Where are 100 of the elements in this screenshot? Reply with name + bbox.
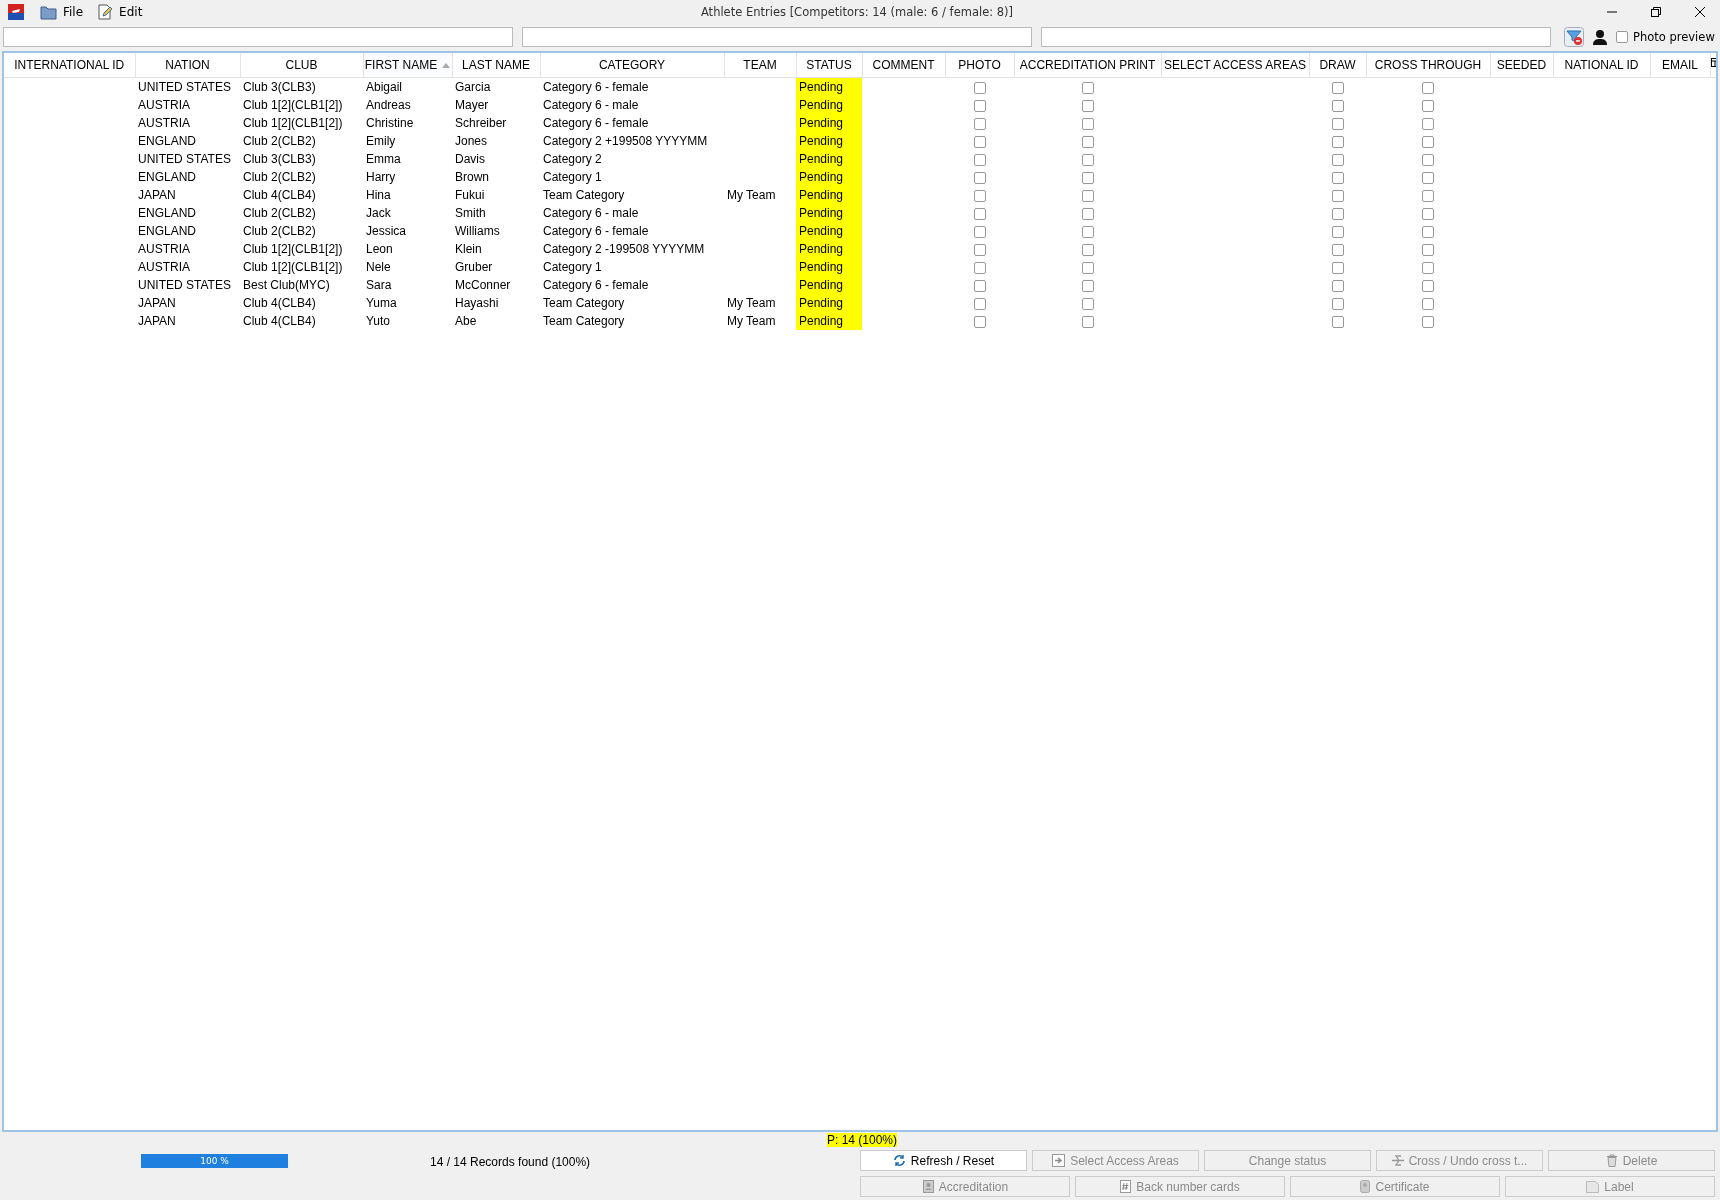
- photo-preview-checkbox[interactable]: [1616, 31, 1628, 43]
- table-checkbox[interactable]: [1422, 279, 1434, 292]
- table-checkbox[interactable]: [1081, 279, 1094, 292]
- table-checkbox[interactable]: [1422, 243, 1434, 256]
- table-checkbox[interactable]: [1081, 189, 1094, 202]
- table-checkbox[interactable]: [1422, 225, 1434, 238]
- table-cell: Club 1[2](CLB1[2]): [243, 98, 343, 112]
- table-checkbox[interactable]: [1081, 117, 1094, 130]
- table-checkbox[interactable]: [973, 117, 986, 130]
- table-cell: Jones: [455, 134, 488, 148]
- table-checkbox[interactable]: [973, 315, 986, 328]
- table-checkbox[interactable]: [973, 171, 986, 184]
- filter-field[interactable]: [3, 27, 513, 47]
- table-cell: Club 1[2](CLB1[2]): [243, 116, 343, 130]
- table-checkbox[interactable]: [1422, 261, 1434, 274]
- column-header[interactable]: FIRST NAME: [363, 53, 452, 78]
- column-header[interactable]: NATION: [135, 53, 240, 78]
- table-checkbox[interactable]: [1331, 315, 1344, 328]
- column-header[interactable]: SELECT ACCESS AREAS: [1161, 53, 1309, 78]
- table-checkbox[interactable]: [1331, 225, 1344, 238]
- app-logo-icon: [8, 4, 24, 20]
- sort-ascending-icon: [442, 63, 451, 69]
- table-cell: Club 2(CLB2): [243, 170, 316, 184]
- table-checkbox[interactable]: [1422, 207, 1434, 220]
- table-checkbox[interactable]: [973, 243, 986, 256]
- column-header[interactable]: TEAM: [724, 53, 796, 78]
- table-checkbox[interactable]: [1422, 171, 1434, 184]
- column-header[interactable]: INTERNATIONAL ID: [4, 53, 135, 78]
- table-checkbox[interactable]: [973, 99, 986, 112]
- action-button[interactable]: Refresh / Reset: [860, 1150, 1027, 1171]
- restore-icon[interactable]: [1650, 6, 1662, 18]
- column-header[interactable]: CLUB: [240, 53, 363, 78]
- close-icon[interactable]: [1694, 6, 1706, 18]
- table-cell: Jessica: [366, 224, 406, 238]
- column-header[interactable]: COMMENT: [862, 53, 945, 78]
- menu-item[interactable]: Edit: [119, 5, 143, 19]
- table-checkbox[interactable]: [1081, 99, 1094, 112]
- table-checkbox[interactable]: [1422, 189, 1434, 202]
- table-checkbox[interactable]: [1331, 207, 1344, 220]
- column-header[interactable]: CATEGORY: [540, 53, 724, 78]
- table-checkbox[interactable]: [973, 225, 986, 238]
- table-checkbox[interactable]: [1081, 153, 1094, 166]
- table-checkbox[interactable]: [973, 189, 986, 202]
- table-checkbox[interactable]: [973, 279, 986, 292]
- table-checkbox[interactable]: [1331, 297, 1344, 310]
- table-checkbox[interactable]: [1331, 153, 1344, 166]
- filter-field[interactable]: [522, 27, 1032, 47]
- table-checkbox[interactable]: [1081, 297, 1094, 310]
- column-header[interactable]: STATUS: [796, 53, 862, 78]
- table-checkbox[interactable]: [1081, 171, 1094, 184]
- table-cell: Category 6 - female: [543, 278, 649, 292]
- table-checkbox[interactable]: [973, 261, 986, 274]
- table-checkbox[interactable]: [1422, 315, 1434, 328]
- column-header[interactable]: DRAW: [1309, 53, 1366, 78]
- filter-field[interactable]: [1041, 27, 1551, 47]
- table-checkbox[interactable]: [1081, 135, 1094, 148]
- status-cell: Pending: [799, 260, 844, 274]
- table-cell: Club 4(CLB4): [243, 296, 316, 310]
- status-cell: Pending: [799, 314, 844, 328]
- table-checkbox[interactable]: [1331, 171, 1344, 184]
- table-cell: ENGLAND: [138, 206, 196, 220]
- table-checkbox[interactable]: [973, 135, 986, 148]
- table-checkbox[interactable]: [973, 207, 986, 220]
- table-checkbox[interactable]: [1331, 135, 1344, 148]
- column-header[interactable]: NATIONAL ID: [1553, 53, 1650, 78]
- table-checkbox[interactable]: [1331, 81, 1344, 94]
- column-header[interactable]: EMAIL: [1650, 53, 1710, 78]
- table-checkbox[interactable]: [1081, 315, 1094, 328]
- table-cell: Category 1: [543, 260, 602, 274]
- table-checkbox[interactable]: [1081, 81, 1094, 94]
- column-header[interactable]: CROSS THROUGH: [1366, 53, 1490, 78]
- table-cell: Hina: [366, 188, 391, 202]
- trash-icon: [1605, 1154, 1618, 1167]
- table-checkbox[interactable]: [1331, 261, 1344, 274]
- table-checkbox[interactable]: [1081, 243, 1094, 256]
- table-checkbox[interactable]: [1081, 207, 1094, 220]
- table-checkbox[interactable]: [1422, 99, 1434, 112]
- menu-item[interactable]: File: [63, 5, 84, 19]
- table-checkbox[interactable]: [973, 81, 986, 94]
- table-checkbox[interactable]: [1422, 153, 1434, 166]
- column-header[interactable]: LAST NAME: [452, 53, 540, 78]
- table-checkbox[interactable]: [1331, 189, 1344, 202]
- table-checkbox[interactable]: [1422, 135, 1434, 148]
- table-checkbox[interactable]: [1081, 261, 1094, 274]
- table-checkbox[interactable]: [973, 153, 986, 166]
- table-checkbox[interactable]: [1331, 279, 1344, 292]
- table-checkbox[interactable]: [1422, 81, 1434, 94]
- column-header[interactable]: ACCREDITATION PRINT: [1014, 53, 1161, 78]
- table-checkbox[interactable]: [1331, 99, 1344, 112]
- table-checkbox[interactable]: [1422, 117, 1434, 130]
- column-header[interactable]: SEEDED: [1490, 53, 1553, 78]
- table-checkbox[interactable]: [1081, 225, 1094, 238]
- table-checkbox[interactable]: [1422, 297, 1434, 310]
- table-cell: Category 6 - female: [543, 80, 649, 94]
- column-header[interactable]: PHOTO: [945, 53, 1014, 78]
- clear-filter-icon[interactable]: [1564, 27, 1584, 47]
- table-checkbox[interactable]: [973, 297, 986, 310]
- table-checkbox[interactable]: [1331, 243, 1344, 256]
- table-cell: JAPAN: [138, 296, 176, 310]
- table-checkbox[interactable]: [1331, 117, 1344, 130]
